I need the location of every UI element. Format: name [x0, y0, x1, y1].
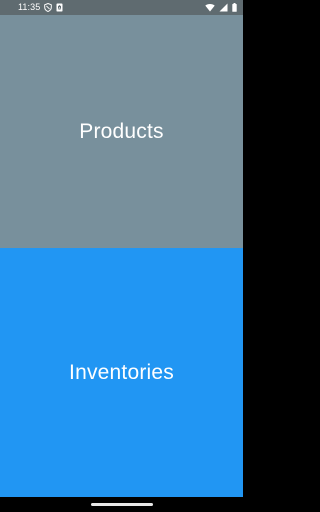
battery-icon: [232, 3, 237, 12]
products-tile-label: Products: [79, 119, 164, 143]
signal-icon: [219, 3, 228, 12]
status-time: 11:35: [18, 2, 41, 12]
home-gesture-handle[interactable]: [90, 503, 153, 506]
inventories-tile[interactable]: Inventories: [0, 248, 243, 497]
navigation-bar: [0, 497, 243, 512]
sim-card-icon: A: [56, 3, 63, 12]
status-left: 11:35 A: [18, 3, 63, 12]
inventories-tile-label: Inventories: [69, 360, 174, 384]
products-tile[interactable]: Products: [0, 15, 243, 248]
status-bar: 11:35 A: [0, 0, 243, 15]
shield-icon: [44, 3, 53, 12]
wifi-icon: [205, 3, 215, 12]
status-right: [205, 3, 237, 12]
